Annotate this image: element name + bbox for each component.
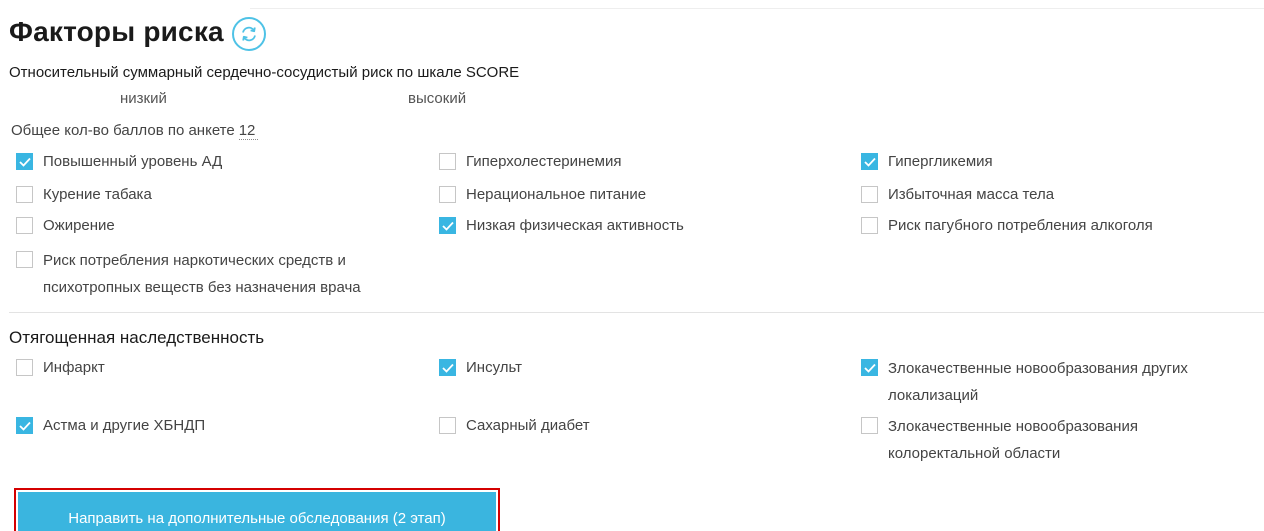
checkbox-drug-use-risk[interactable]: Риск потребления наркотических средств и… — [16, 248, 361, 301]
checkbox-smoking[interactable]: Курение табака — [16, 183, 152, 207]
checkbox-obesity[interactable]: Ожирение — [16, 214, 115, 238]
checkbox-label-line: локализаций — [888, 387, 979, 404]
checkbox-label: Злокачественные новообразования колорект… — [888, 413, 1138, 467]
checkbox-box[interactable] — [16, 217, 33, 234]
checkbox-box[interactable] — [439, 153, 456, 170]
check-icon — [18, 157, 31, 167]
refresh-icon — [241, 26, 256, 42]
checkbox-box[interactable] — [16, 251, 33, 268]
checkbox-other-cancers[interactable]: Злокачественные новообразования других л… — [861, 356, 1188, 409]
score-label: Относительный суммарный сердечно-сосудис… — [9, 64, 520, 81]
checkbox-label: Курение табака — [43, 186, 152, 203]
checkbox-label: Гипергликемия — [888, 153, 993, 170]
checkbox-alcohol-risk[interactable]: Риск пагубного потребления алкоголя — [861, 214, 1153, 238]
action-button-highlight: Направить на дополнительные обследования… — [14, 488, 500, 531]
checkbox-label-line: Злокачественные новообразования — [888, 418, 1138, 435]
check-icon — [441, 221, 454, 231]
checkbox-poor-diet[interactable]: Нерациональное питание — [439, 183, 646, 207]
checkbox-label-line: Злокачественные новообразования других — [888, 360, 1188, 377]
section-divider — [9, 312, 1264, 313]
checkbox-diabetes[interactable]: Сахарный диабет — [439, 414, 590, 438]
checkbox-asthma[interactable]: Астма и другие ХБНДП — [16, 414, 205, 438]
page-title: Факторы риска — [9, 16, 224, 47]
checkbox-hypercholesterolemia[interactable]: Гиперхолестеринемия — [439, 150, 621, 174]
checkbox-stroke[interactable]: Инсульт — [439, 356, 522, 380]
check-icon — [863, 363, 876, 373]
checkbox-label: Астма и другие ХБНДП — [43, 417, 206, 434]
checkbox-box[interactable] — [16, 359, 33, 376]
checkbox-heart-attack[interactable]: Инфаркт — [16, 356, 105, 380]
heredity-title: Отягощенная наследственность — [9, 328, 265, 347]
check-icon — [441, 363, 454, 373]
checkbox-label: Риск потребления наркотических средств и… — [43, 247, 361, 301]
total-score-label: Общее кол-во баллов по анкете — [11, 122, 235, 139]
checkbox-low-physical-activity[interactable]: Низкая физическая активность — [439, 214, 684, 238]
checkbox-label: Повышенный уровень АД — [43, 153, 223, 170]
checkbox-label: Ожирение — [43, 217, 115, 234]
checkbox-box[interactable] — [16, 417, 33, 434]
check-icon — [18, 421, 31, 431]
checkbox-box[interactable] — [16, 186, 33, 203]
total-score-value: 12 — [238, 122, 259, 140]
checkbox-box[interactable] — [861, 153, 878, 170]
checkbox-box[interactable] — [439, 417, 456, 434]
checkbox-box[interactable] — [861, 186, 878, 203]
checkbox-label: Избыточная масса тела — [888, 186, 1055, 203]
checkbox-high-blood-pressure[interactable]: Повышенный уровень АД — [16, 150, 222, 174]
checkbox-label: Нерациональное питание — [466, 186, 647, 203]
checkbox-label-line: Риск потребления наркотических средств и — [43, 252, 346, 269]
checkbox-box[interactable] — [861, 217, 878, 234]
checkbox-box[interactable] — [16, 153, 33, 170]
checkbox-box[interactable] — [861, 359, 878, 376]
score-scale-low: низкий — [120, 90, 167, 107]
top-divider — [250, 8, 1264, 9]
checkbox-box[interactable] — [439, 217, 456, 234]
checkbox-label: Сахарный диабет — [466, 417, 590, 434]
title-row: Факторы риска — [9, 13, 266, 51]
checkbox-overweight[interactable]: Избыточная масса тела — [861, 183, 1054, 207]
refresh-button[interactable] — [231, 17, 266, 51]
checkbox-box[interactable] — [439, 359, 456, 376]
checkbox-colorectal-cancer[interactable]: Злокачественные новообразования колорект… — [861, 414, 1138, 467]
checkbox-box[interactable] — [439, 186, 456, 203]
checkbox-box[interactable] — [861, 417, 878, 434]
total-score-row: Общее кол-во баллов по анкете 12 — [11, 122, 259, 140]
score-scale-high: высокий — [408, 90, 467, 107]
check-icon — [863, 157, 876, 167]
checkbox-label: Инсульт — [466, 359, 523, 376]
checkbox-label-line: психотропных веществ без назначения врач… — [43, 279, 361, 296]
refer-additional-exams-button[interactable]: Направить на дополнительные обследования… — [18, 492, 496, 531]
checkbox-label: Гиперхолестеринемия — [466, 153, 622, 170]
risk-factors-page: Факторы риска Относительный суммарный се… — [0, 0, 1264, 531]
checkbox-hyperglycemia[interactable]: Гипергликемия — [861, 150, 993, 174]
checkbox-label: Низкая физическая активность — [466, 217, 684, 234]
checkbox-label: Злокачественные новообразования других л… — [888, 355, 1188, 409]
checkbox-label: Инфаркт — [43, 359, 105, 376]
checkbox-label: Риск пагубного потребления алкоголя — [888, 217, 1153, 234]
checkbox-label-line: колоректальной области — [888, 445, 1061, 462]
